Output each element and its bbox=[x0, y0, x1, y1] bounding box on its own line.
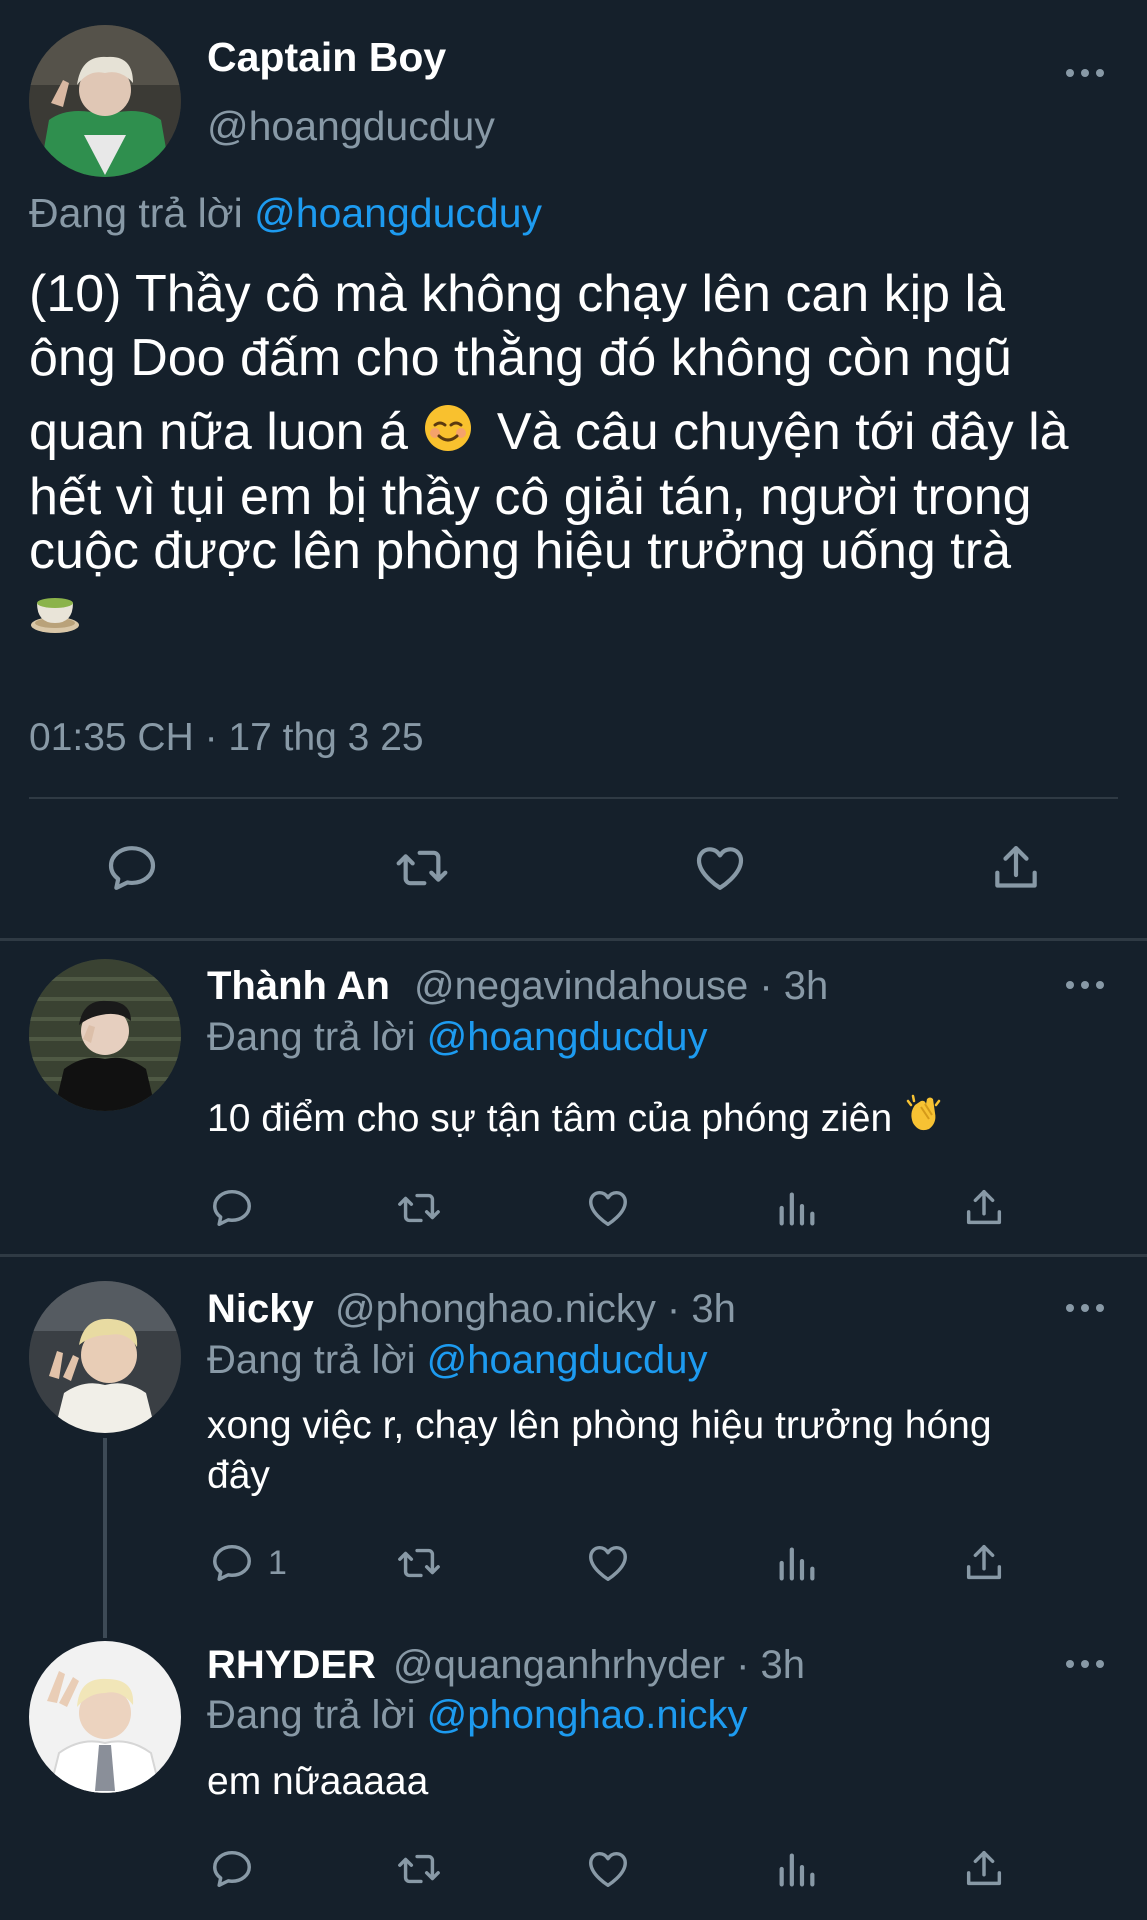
retweet-icon[interactable] bbox=[394, 840, 450, 896]
avatar-photo bbox=[29, 959, 181, 1111]
tweet-line: xong việc r, chạy lên phòng hiệu trưởng … bbox=[207, 1404, 992, 1447]
divider bbox=[0, 1254, 1147, 1257]
avatar-photo bbox=[29, 25, 181, 177]
replying-label: Đang trả lời bbox=[29, 190, 243, 236]
author-name[interactable]: Nicky bbox=[207, 1287, 314, 1332]
avatar[interactable] bbox=[29, 959, 181, 1111]
replying-label: Đang trả lời bbox=[207, 1015, 416, 1059]
replying-to-link[interactable]: @hoangducduy bbox=[254, 190, 542, 236]
like-icon[interactable] bbox=[692, 840, 748, 896]
share-icon[interactable] bbox=[961, 1185, 1007, 1231]
avatar[interactable] bbox=[29, 1641, 181, 1793]
tweet-line: ông Doo đấm cho thằng đó không còn ngũ bbox=[29, 329, 1012, 387]
replying-label: Đang trả lời bbox=[207, 1338, 416, 1382]
like-icon[interactable] bbox=[585, 1185, 631, 1231]
reply-count: 1 bbox=[268, 1544, 287, 1582]
replying-to: Đang trả lời @hoangducduy bbox=[207, 1015, 708, 1060]
avatar-photo bbox=[29, 1281, 181, 1433]
replying-to-link[interactable]: @phonghao.nicky bbox=[427, 1693, 748, 1737]
tweet-line-part: Và câu chuyện tới đây là bbox=[496, 403, 1069, 461]
author-name[interactable]: Thành An bbox=[207, 964, 390, 1009]
replying-to: Đang trả lời @hoangducduy bbox=[29, 190, 542, 237]
tweet-text: xong việc r, chạy lên phòng hiệu trưởng … bbox=[207, 1401, 1107, 1501]
main-tweet: Captain Boy @hoangducduy Đang trả lời @h… bbox=[0, 0, 1147, 938]
tweet-text: em nữaaaaa bbox=[207, 1760, 429, 1803]
thread-line bbox=[103, 1438, 107, 1638]
tea-emoji-icon bbox=[29, 585, 81, 652]
author-handle[interactable]: @hoangducduy bbox=[207, 103, 495, 150]
like-icon[interactable] bbox=[585, 1540, 631, 1586]
replying-to-link[interactable]: @hoangducduy bbox=[427, 1338, 708, 1382]
divider bbox=[0, 938, 1147, 941]
like-icon[interactable] bbox=[585, 1846, 631, 1892]
share-icon[interactable] bbox=[961, 1540, 1007, 1586]
avatar[interactable] bbox=[29, 1281, 181, 1433]
tweet-line: quan nữa luon á Và câu chuyện tới đây là bbox=[29, 400, 1129, 469]
reply-icon[interactable] bbox=[209, 1540, 255, 1586]
divider bbox=[29, 797, 1118, 799]
tweet-text: 10 điểm cho sự tận tâm của phóng ziên bbox=[207, 1093, 945, 1148]
more-icon[interactable] bbox=[1066, 981, 1106, 993]
author-name[interactable]: RHYDER bbox=[207, 1643, 376, 1688]
tweet-timestamp[interactable]: 01:35 CH · 17 thg 3 25 bbox=[29, 716, 424, 760]
retweet-icon[interactable] bbox=[396, 1846, 442, 1892]
tweet-line bbox=[29, 583, 1129, 652]
replying-to: Đang trả lời @phonghao.nicky bbox=[207, 1693, 748, 1738]
reply-icon[interactable] bbox=[209, 1185, 255, 1231]
author-handle[interactable]: @quanganhrhyder · 3h bbox=[393, 1643, 805, 1688]
author-name[interactable]: Captain Boy bbox=[207, 34, 446, 81]
replying-to: Đang trả lời @hoangducduy bbox=[207, 1338, 708, 1383]
analytics-icon[interactable] bbox=[774, 1846, 820, 1892]
smiling-emoji-icon bbox=[422, 402, 474, 469]
author-handle[interactable]: @phonghao.nicky · 3h bbox=[335, 1287, 736, 1332]
clapping-hands-emoji-icon bbox=[903, 1093, 945, 1148]
tweet-line: cuộc được lên phòng hiệu trưởng uống trà bbox=[29, 521, 1011, 580]
replying-to-link[interactable]: @hoangducduy bbox=[427, 1015, 708, 1059]
tweet-line: (10) Thầy cô mà không chạy lên can kịp l… bbox=[29, 265, 1006, 323]
analytics-icon[interactable] bbox=[774, 1185, 820, 1231]
more-icon[interactable] bbox=[1066, 1304, 1106, 1316]
avatar[interactable] bbox=[29, 25, 181, 177]
reply-icon[interactable] bbox=[209, 1846, 255, 1892]
more-icon[interactable] bbox=[1066, 1660, 1106, 1672]
tweet-line: đây bbox=[207, 1454, 270, 1497]
author-handle[interactable]: @negavindahouse · 3h bbox=[414, 964, 828, 1009]
tweet-line: 10 điểm cho sự tận tâm của phóng ziên bbox=[207, 1096, 893, 1140]
more-icon[interactable] bbox=[1066, 69, 1106, 81]
tweet-line-part: quan nữa luon á bbox=[29, 403, 408, 461]
analytics-icon[interactable] bbox=[774, 1540, 820, 1586]
retweet-icon[interactable] bbox=[396, 1185, 442, 1231]
reply-icon[interactable] bbox=[104, 840, 160, 896]
tweet-text: (10) Thầy cô mà không chạy lên can kịp l… bbox=[29, 262, 1129, 652]
share-icon[interactable] bbox=[961, 1846, 1007, 1892]
avatar-photo bbox=[29, 1641, 181, 1793]
share-icon[interactable] bbox=[988, 840, 1044, 896]
replying-label: Đang trả lời bbox=[207, 1693, 416, 1737]
retweet-icon[interactable] bbox=[396, 1540, 442, 1586]
